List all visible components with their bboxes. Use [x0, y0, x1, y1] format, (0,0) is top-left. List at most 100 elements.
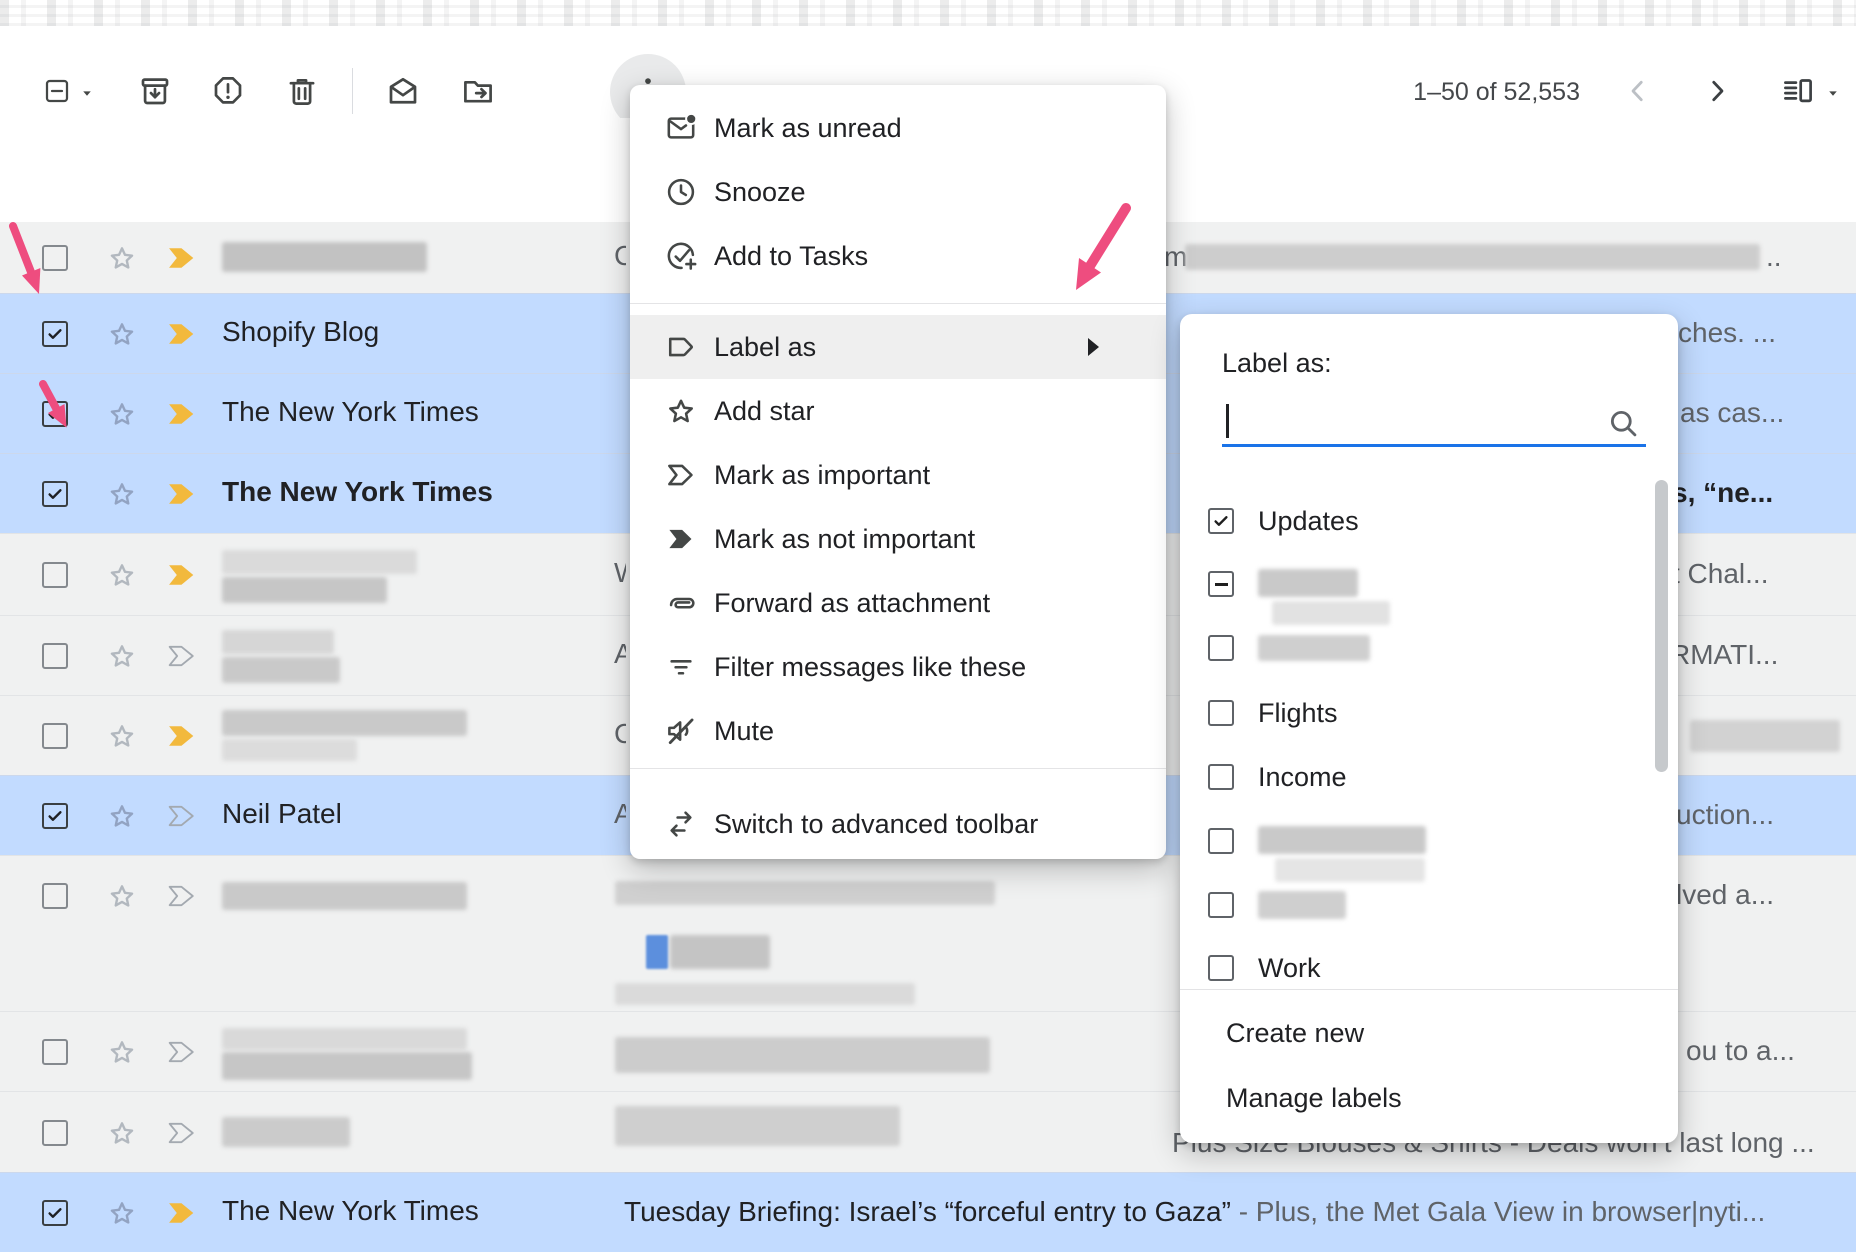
select-all-checkbox[interactable]: [42, 76, 72, 106]
menu-item-label-as[interactable]: Label as: [630, 315, 1166, 379]
importance-marker-icon[interactable]: [168, 725, 196, 747]
archive-button[interactable]: [137, 73, 173, 109]
report-spam-button[interactable]: [210, 73, 246, 109]
subject-sliver: W: [614, 557, 626, 591]
label-option-redacted[interactable]: [1180, 873, 1678, 937]
mute-icon: [664, 714, 698, 748]
importance-marker-icon[interactable]: [168, 247, 196, 269]
row-select-checkbox[interactable]: [42, 723, 68, 749]
star-icon[interactable]: [106, 640, 138, 672]
sender-name: The New York Times: [222, 396, 479, 428]
label-option-name: Income: [1258, 762, 1347, 793]
label-checkbox[interactable]: [1208, 635, 1234, 661]
importance-marker-icon[interactable]: [168, 1202, 196, 1224]
delete-button[interactable]: [284, 73, 320, 109]
label-option-flights[interactable]: Flights: [1180, 681, 1678, 745]
importance-marker-icon[interactable]: [168, 645, 196, 667]
star-icon[interactable]: [106, 720, 138, 752]
older-page-button[interactable]: [1699, 73, 1735, 109]
redacted-text: [615, 1037, 990, 1073]
star-icon[interactable]: [106, 559, 138, 591]
label-checkbox[interactable]: [1208, 571, 1234, 597]
mark-as-read-button[interactable]: [385, 73, 421, 109]
manage-labels-button[interactable]: Manage labels: [1226, 1083, 1526, 1121]
important-icon: [664, 458, 698, 492]
row-select-checkbox[interactable]: [42, 321, 68, 347]
row-select-checkbox[interactable]: [42, 562, 68, 588]
snippet-fragment: lved a...: [1676, 879, 1774, 911]
importance-marker-icon[interactable]: [168, 1122, 196, 1144]
row-select-checkbox[interactable]: [42, 245, 68, 271]
row-select-checkbox[interactable]: [42, 803, 68, 829]
label-checkbox[interactable]: [1208, 764, 1234, 790]
importance-marker-icon[interactable]: [168, 805, 196, 827]
attachment-icon: [664, 586, 698, 620]
sender-name: Shopify Blog: [222, 316, 379, 348]
importance-marker-icon[interactable]: [168, 564, 196, 586]
split-pane-caret-icon[interactable]: [1824, 84, 1842, 102]
importance-marker-icon[interactable]: [168, 483, 196, 505]
label-checkbox[interactable]: [1208, 955, 1234, 981]
star-icon[interactable]: [106, 242, 138, 274]
label-option-redacted[interactable]: [1180, 552, 1678, 616]
row-select-checkbox[interactable]: [42, 1120, 68, 1146]
importance-marker-icon[interactable]: [168, 885, 196, 907]
email-row[interactable]: The New York TimesTuesday Briefing: Isra…: [0, 1172, 1856, 1252]
popup-divider: [1180, 989, 1678, 990]
menu-item-mark-as-unread[interactable]: Mark as unread: [630, 96, 1166, 160]
label-checkbox[interactable]: [1208, 828, 1234, 854]
redacted-text: [1185, 244, 1760, 270]
row-select-checkbox[interactable]: [42, 1200, 68, 1226]
label-checkbox[interactable]: [1208, 892, 1234, 918]
split-pane-toggle[interactable]: [1780, 73, 1816, 109]
importance-marker-icon[interactable]: [168, 403, 196, 425]
filter-icon: [664, 650, 698, 684]
menu-item-label: Snooze: [714, 160, 806, 224]
menu-item-forward-as-attachment[interactable]: Forward as attachment: [630, 571, 1166, 635]
label-checkbox[interactable]: [1208, 700, 1234, 726]
row-select-checkbox[interactable]: [42, 643, 68, 669]
label-option-income[interactable]: Income: [1180, 745, 1678, 809]
newer-page-button[interactable]: [1620, 73, 1656, 109]
label-checkbox[interactable]: [1208, 508, 1234, 534]
star-icon[interactable]: [106, 318, 138, 350]
label-option-redacted[interactable]: [1180, 809, 1678, 873]
menu-item-snooze[interactable]: Snooze: [630, 160, 1166, 224]
redacted-text: [222, 242, 427, 272]
label-option-work[interactable]: Work: [1180, 936, 1678, 982]
menu-item-mark-as-important[interactable]: Mark as important: [630, 443, 1166, 507]
menu-separator: [630, 768, 1166, 769]
subject-sliver: A: [614, 638, 626, 672]
row-select-checkbox[interactable]: [42, 883, 68, 909]
star-icon[interactable]: [106, 478, 138, 510]
redacted-text: [1690, 720, 1840, 752]
bulk-actions-menu: Mark as unreadSnoozeAdd to Tasks Label as…: [630, 85, 1166, 859]
row-select-checkbox[interactable]: [42, 401, 68, 427]
importance-marker-icon[interactable]: [168, 1041, 196, 1063]
menu-item-switch-to-advanced-toolbar[interactable]: Switch to advanced toolbar: [630, 792, 1166, 856]
menu-item-add-star[interactable]: Add star: [630, 379, 1166, 443]
move-to-button[interactable]: [460, 73, 496, 109]
label-option-redacted[interactable]: [1180, 616, 1678, 680]
star-icon[interactable]: [106, 1036, 138, 1068]
star-icon[interactable]: [106, 1117, 138, 1149]
select-dropdown-caret-icon[interactable]: [78, 84, 96, 102]
menu-item-add-to-tasks[interactable]: Add to Tasks: [630, 224, 1166, 288]
row-select-checkbox[interactable]: [42, 481, 68, 507]
menu-item-mark-as-not-important[interactable]: Mark as not important: [630, 507, 1166, 571]
star-icon[interactable]: [106, 880, 138, 912]
snooze-icon: [664, 175, 698, 209]
menu-item-filter-messages-like-these[interactable]: Filter messages like these: [630, 635, 1166, 699]
star-icon[interactable]: [106, 800, 138, 832]
label-option-name: Updates: [1258, 506, 1359, 537]
star-icon[interactable]: [106, 398, 138, 430]
menu-item-mute[interactable]: Mute: [630, 699, 1166, 763]
create-new-label-button[interactable]: Create new: [1226, 1018, 1526, 1056]
label-option-updates[interactable]: Updates: [1180, 489, 1678, 553]
row-select-checkbox[interactable]: [42, 1039, 68, 1065]
popup-scrollbar[interactable]: [1655, 480, 1668, 772]
star-icon[interactable]: [106, 1197, 138, 1229]
importance-marker-icon[interactable]: [168, 323, 196, 345]
menu-item-label: Switch to advanced toolbar: [714, 792, 1038, 856]
subject-text: Tuesday Briefing: Israel’s “forceful ent…: [624, 1196, 1231, 1227]
